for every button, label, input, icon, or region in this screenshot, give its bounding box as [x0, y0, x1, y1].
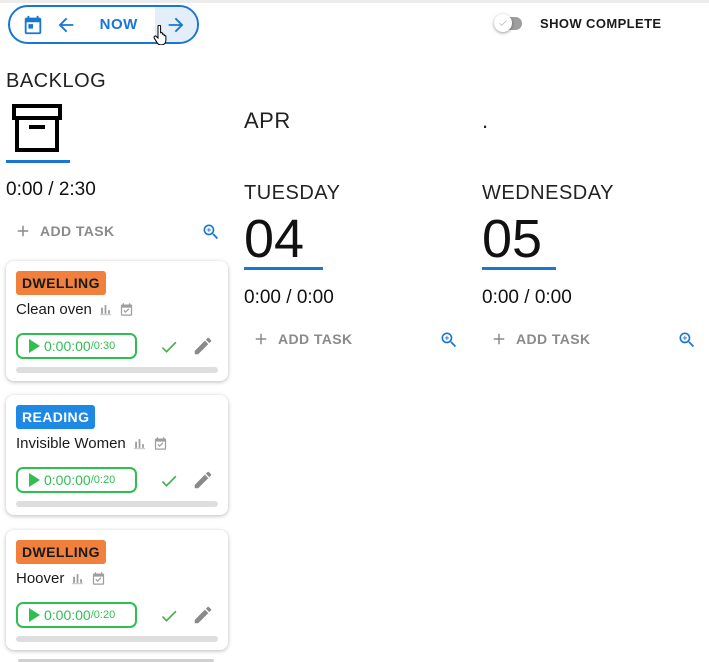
check-icon[interactable]	[159, 337, 179, 357]
check-icon[interactable]	[159, 471, 179, 491]
month-label: APR	[244, 108, 291, 133]
progress-bar	[16, 636, 218, 642]
play-icon	[29, 608, 40, 622]
check-icon[interactable]	[159, 606, 179, 626]
backlog-add-task-button[interactable]: ADD TASK	[14, 222, 115, 240]
timer-button[interactable]: 0:00:00/0:30	[16, 333, 137, 359]
play-icon	[29, 473, 40, 487]
task-tag: READING	[16, 405, 96, 429]
show-complete-label: SHOW COMPLETE	[540, 16, 662, 31]
timer-estimate: /0:20	[90, 474, 116, 486]
task-title-row: Invisible Women	[16, 435, 168, 452]
timer-estimate: /0:30	[90, 340, 116, 352]
bar-chart-icon[interactable]	[98, 302, 113, 317]
task-card[interactable]: DWELLING Clean oven 0:00:00/0:30	[6, 261, 228, 381]
top-divider	[0, 0, 709, 3]
bar-chart-icon[interactable]	[70, 571, 85, 586]
timer-elapsed: 0:00:00	[44, 607, 91, 623]
timer-button[interactable]: 0:00:00/0:20	[16, 467, 137, 493]
arrow-left-icon	[58, 17, 74, 32]
now-button[interactable]: NOW	[83, 7, 155, 42]
date-navigation: NOW	[8, 5, 199, 44]
play-icon	[29, 339, 40, 353]
add-task-label: ADD TASK	[278, 331, 353, 347]
day-time: 0:00 / 0:00	[244, 287, 334, 308]
calendar-check-icon[interactable]	[91, 571, 106, 586]
toggle-thumb	[494, 14, 512, 32]
search-zoom-icon[interactable]	[677, 330, 697, 350]
pencil-icon[interactable]	[192, 469, 214, 491]
plus-icon	[17, 225, 29, 237]
plus-icon	[255, 333, 267, 345]
task-title-row: Clean oven	[16, 301, 134, 318]
previous-button[interactable]	[49, 7, 82, 42]
task-title-row: Hoover	[16, 570, 106, 587]
month-label: .	[482, 108, 489, 133]
progress-bar	[16, 501, 218, 507]
calendar-button[interactable]	[10, 7, 49, 42]
day-time: 0:00 / 0:00	[482, 287, 572, 308]
task-tag: DWELLING	[16, 540, 106, 564]
timer-elapsed: 0:00:00	[44, 472, 91, 488]
task-title: Hoover	[16, 570, 65, 587]
day-underline	[244, 267, 323, 270]
day-add-task-button[interactable]: ADD TASK	[490, 330, 591, 348]
day-underline	[482, 267, 556, 270]
day-number[interactable]: 04	[244, 212, 304, 266]
progress-bar	[16, 367, 218, 373]
timer-button[interactable]: 0:00:00/0:20	[16, 602, 137, 628]
timer-estimate: /0:20	[90, 609, 116, 621]
add-task-label: ADD TASK	[516, 331, 591, 347]
day-number[interactable]: 05	[482, 212, 542, 266]
day-add-task-button[interactable]: ADD TASK	[252, 330, 353, 348]
task-card[interactable]: READING Invisible Women 0:00:00/0:20	[6, 395, 228, 515]
task-card[interactable]: DWELLING Hoover 0:00:00/0:20	[6, 530, 228, 650]
calendar-check-icon[interactable]	[153, 436, 168, 451]
pencil-icon[interactable]	[192, 604, 214, 626]
pencil-icon[interactable]	[192, 335, 214, 357]
show-complete-toggle[interactable]	[494, 13, 530, 33]
day-name: TUESDAY	[244, 182, 341, 204]
backlog-title: BACKLOG	[6, 70, 107, 92]
task-title: Clean oven	[16, 301, 92, 318]
day-name: WEDNESDAY	[482, 182, 614, 204]
plus-icon	[493, 333, 505, 345]
add-task-label: ADD TASK	[40, 223, 115, 239]
search-zoom-icon[interactable]	[201, 222, 221, 242]
task-title: Invisible Women	[16, 435, 126, 452]
archive-icon[interactable]	[12, 103, 62, 153]
calendar-check-icon[interactable]	[119, 302, 134, 317]
backlog-time: 0:00 / 2:30	[6, 179, 96, 200]
check-small-icon	[499, 20, 507, 26]
calendar-icon	[24, 15, 41, 34]
bar-chart-icon[interactable]	[132, 436, 147, 451]
search-zoom-icon[interactable]	[439, 330, 459, 350]
timer-elapsed: 0:00:00	[44, 338, 91, 354]
task-tag: DWELLING	[16, 271, 106, 295]
hand-cursor-icon	[153, 25, 167, 45]
backlog-underline	[6, 160, 70, 163]
